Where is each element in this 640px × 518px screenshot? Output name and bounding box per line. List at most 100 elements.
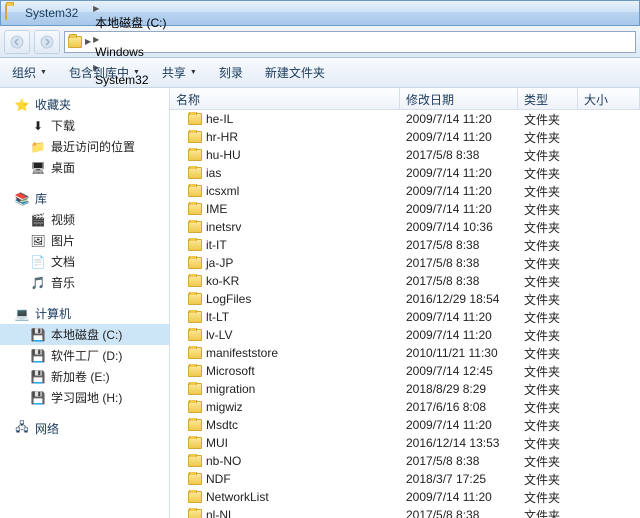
sidebar-item[interactable]: 🖥桌面	[0, 157, 169, 178]
file-date: 2009/7/14 11:20	[400, 328, 518, 342]
file-list[interactable]: he-IL2009/7/14 11:20文件夹hr-HR2009/7/14 11…	[170, 110, 640, 518]
column-type[interactable]: 类型	[518, 88, 578, 109]
sidebar-item[interactable]: 🎬视频	[0, 209, 169, 230]
table-row[interactable]: migration2018/8/29 8:29文件夹	[170, 380, 640, 398]
sidebar-item[interactable]: 💾软件工厂 (D:)	[0, 345, 169, 366]
file-date: 2010/11/21 11:30	[400, 346, 518, 360]
file-date: 2017/5/8 8:38	[400, 256, 518, 270]
file-type: 文件夹	[518, 381, 578, 398]
file-date: 2009/7/14 11:20	[400, 490, 518, 504]
table-row[interactable]: lt-LT2009/7/14 11:20文件夹	[170, 308, 640, 326]
table-row[interactable]: icsxml2009/7/14 11:20文件夹	[170, 182, 640, 200]
file-name: Microsoft	[206, 364, 255, 378]
table-row[interactable]: manifeststore2010/11/21 11:30文件夹	[170, 344, 640, 362]
sidebar-item-label: 视频	[51, 211, 75, 228]
include-library-button[interactable]: 包含到库中▼	[65, 62, 144, 83]
file-name: MUI	[206, 436, 228, 450]
file-type: 文件夹	[518, 309, 578, 326]
chevron-right-icon[interactable]: ▶	[93, 35, 99, 44]
table-row[interactable]: he-IL2009/7/14 11:20文件夹	[170, 110, 640, 128]
forward-button[interactable]	[34, 30, 60, 54]
table-row[interactable]: ias2009/7/14 11:20文件夹	[170, 164, 640, 182]
back-button[interactable]	[4, 30, 30, 54]
address-bar[interactable]: ▶ 计算机▶本地磁盘 (C:)▶Windows▶System32▶	[64, 31, 636, 53]
chevron-right-icon[interactable]: ▶	[93, 4, 99, 13]
column-name[interactable]: 名称	[170, 88, 400, 109]
sidebar-item[interactable]: 💾新加卷 (E:)	[0, 366, 169, 387]
folder-icon	[188, 491, 202, 503]
item-icon: 📄	[30, 254, 46, 270]
file-date: 2009/7/14 10:36	[400, 220, 518, 234]
sidebar-item[interactable]: 📄文档	[0, 251, 169, 272]
table-row[interactable]: hr-HR2009/7/14 11:20文件夹	[170, 128, 640, 146]
item-icon: 💾	[30, 327, 46, 343]
library-icon: 📚	[14, 191, 30, 207]
chevron-down-icon: ▼	[40, 69, 47, 76]
table-row[interactable]: hu-HU2017/5/8 8:38文件夹	[170, 146, 640, 164]
folder-icon	[188, 347, 202, 359]
sidebar-item[interactable]: 💾学习园地 (H:)	[0, 387, 169, 408]
table-row[interactable]: LogFiles2016/12/29 18:54文件夹	[170, 290, 640, 308]
sidebar-computer-header[interactable]: 💻计算机	[0, 303, 169, 324]
chevron-right-icon[interactable]: ▶	[85, 37, 91, 46]
table-row[interactable]: ko-KR2017/5/8 8:38文件夹	[170, 272, 640, 290]
table-row[interactable]: IME2009/7/14 11:20文件夹	[170, 200, 640, 218]
sidebar-favorites-header[interactable]: ⭐收藏夹	[0, 94, 169, 115]
sidebar-item[interactable]: 💾本地磁盘 (C:)	[0, 324, 169, 345]
sidebar-network-header[interactable]: 🖧网络	[0, 418, 169, 439]
column-size[interactable]: 大小	[578, 88, 640, 109]
table-row[interactable]: Microsoft 2009/7/14 12:45文件夹	[170, 362, 640, 380]
sidebar-item[interactable]: 🎵音乐	[0, 272, 169, 293]
table-row[interactable]: MUI2016/12/14 13:53文件夹	[170, 434, 640, 452]
folder-icon	[188, 131, 202, 143]
network-icon: 🖧	[14, 421, 30, 437]
folder-icon	[188, 239, 202, 251]
sidebar-item[interactable]: ⬇下载	[0, 115, 169, 136]
file-type: 文件夹	[518, 507, 578, 518]
table-row[interactable]: lv-LV2009/7/14 11:20文件夹	[170, 326, 640, 344]
file-type: 文件夹	[518, 111, 578, 128]
file-date: 2009/7/14 12:45	[400, 364, 518, 378]
share-button[interactable]: 共享▼	[158, 62, 201, 83]
file-type: 文件夹	[518, 129, 578, 146]
new-folder-button[interactable]: 新建文件夹	[261, 62, 329, 83]
table-row[interactable]: nl-NL2017/5/8 8:38文件夹	[170, 506, 640, 518]
breadcrumb-item[interactable]: 本地磁盘 (C:)	[93, 14, 168, 31]
file-date: 2009/7/14 11:20	[400, 112, 518, 126]
burn-button[interactable]: 刻录	[215, 62, 247, 83]
sidebar-libraries-header[interactable]: 📚库	[0, 188, 169, 209]
file-type: 文件夹	[518, 327, 578, 344]
organize-button[interactable]: 组织▼	[8, 62, 51, 83]
folder-icon	[188, 293, 202, 305]
table-row[interactable]: inetsrv2009/7/14 10:36文件夹	[170, 218, 640, 236]
file-type: 文件夹	[518, 165, 578, 182]
system-icon	[5, 5, 21, 21]
file-type: 文件夹	[518, 291, 578, 308]
file-date: 2009/7/14 11:20	[400, 310, 518, 324]
table-row[interactable]: it-IT2017/5/8 8:38文件夹	[170, 236, 640, 254]
breadcrumb-item[interactable]: Windows	[93, 45, 168, 59]
file-type: 文件夹	[518, 363, 578, 380]
table-row[interactable]: Msdtc2009/7/14 11:20文件夹	[170, 416, 640, 434]
file-date: 2016/12/29 18:54	[400, 292, 518, 306]
window-title: System32	[25, 6, 78, 20]
file-name: hr-HR	[206, 130, 238, 144]
table-row[interactable]: nb-NO2017/5/8 8:38文件夹	[170, 452, 640, 470]
sidebar-item[interactable]: 🖼图片	[0, 230, 169, 251]
file-date: 2009/7/14 11:20	[400, 202, 518, 216]
file-date: 2017/5/8 8:38	[400, 454, 518, 468]
folder-icon	[188, 275, 202, 287]
column-date[interactable]: 修改日期	[400, 88, 518, 109]
table-row[interactable]: NDF2018/3/7 17:25文件夹	[170, 470, 640, 488]
table-row[interactable]: ja-JP2017/5/8 8:38文件夹	[170, 254, 640, 272]
file-type: 文件夹	[518, 471, 578, 488]
folder-icon	[188, 311, 202, 323]
folder-icon	[188, 167, 202, 179]
folder-icon	[188, 257, 202, 269]
table-row[interactable]: NetworkList2009/7/14 11:20文件夹	[170, 488, 640, 506]
file-name: NetworkList	[206, 490, 269, 504]
file-type: 文件夹	[518, 255, 578, 272]
table-row[interactable]: migwiz2017/6/16 8:08文件夹	[170, 398, 640, 416]
folder-icon	[188, 149, 202, 161]
sidebar-item[interactable]: 📁最近访问的位置	[0, 136, 169, 157]
